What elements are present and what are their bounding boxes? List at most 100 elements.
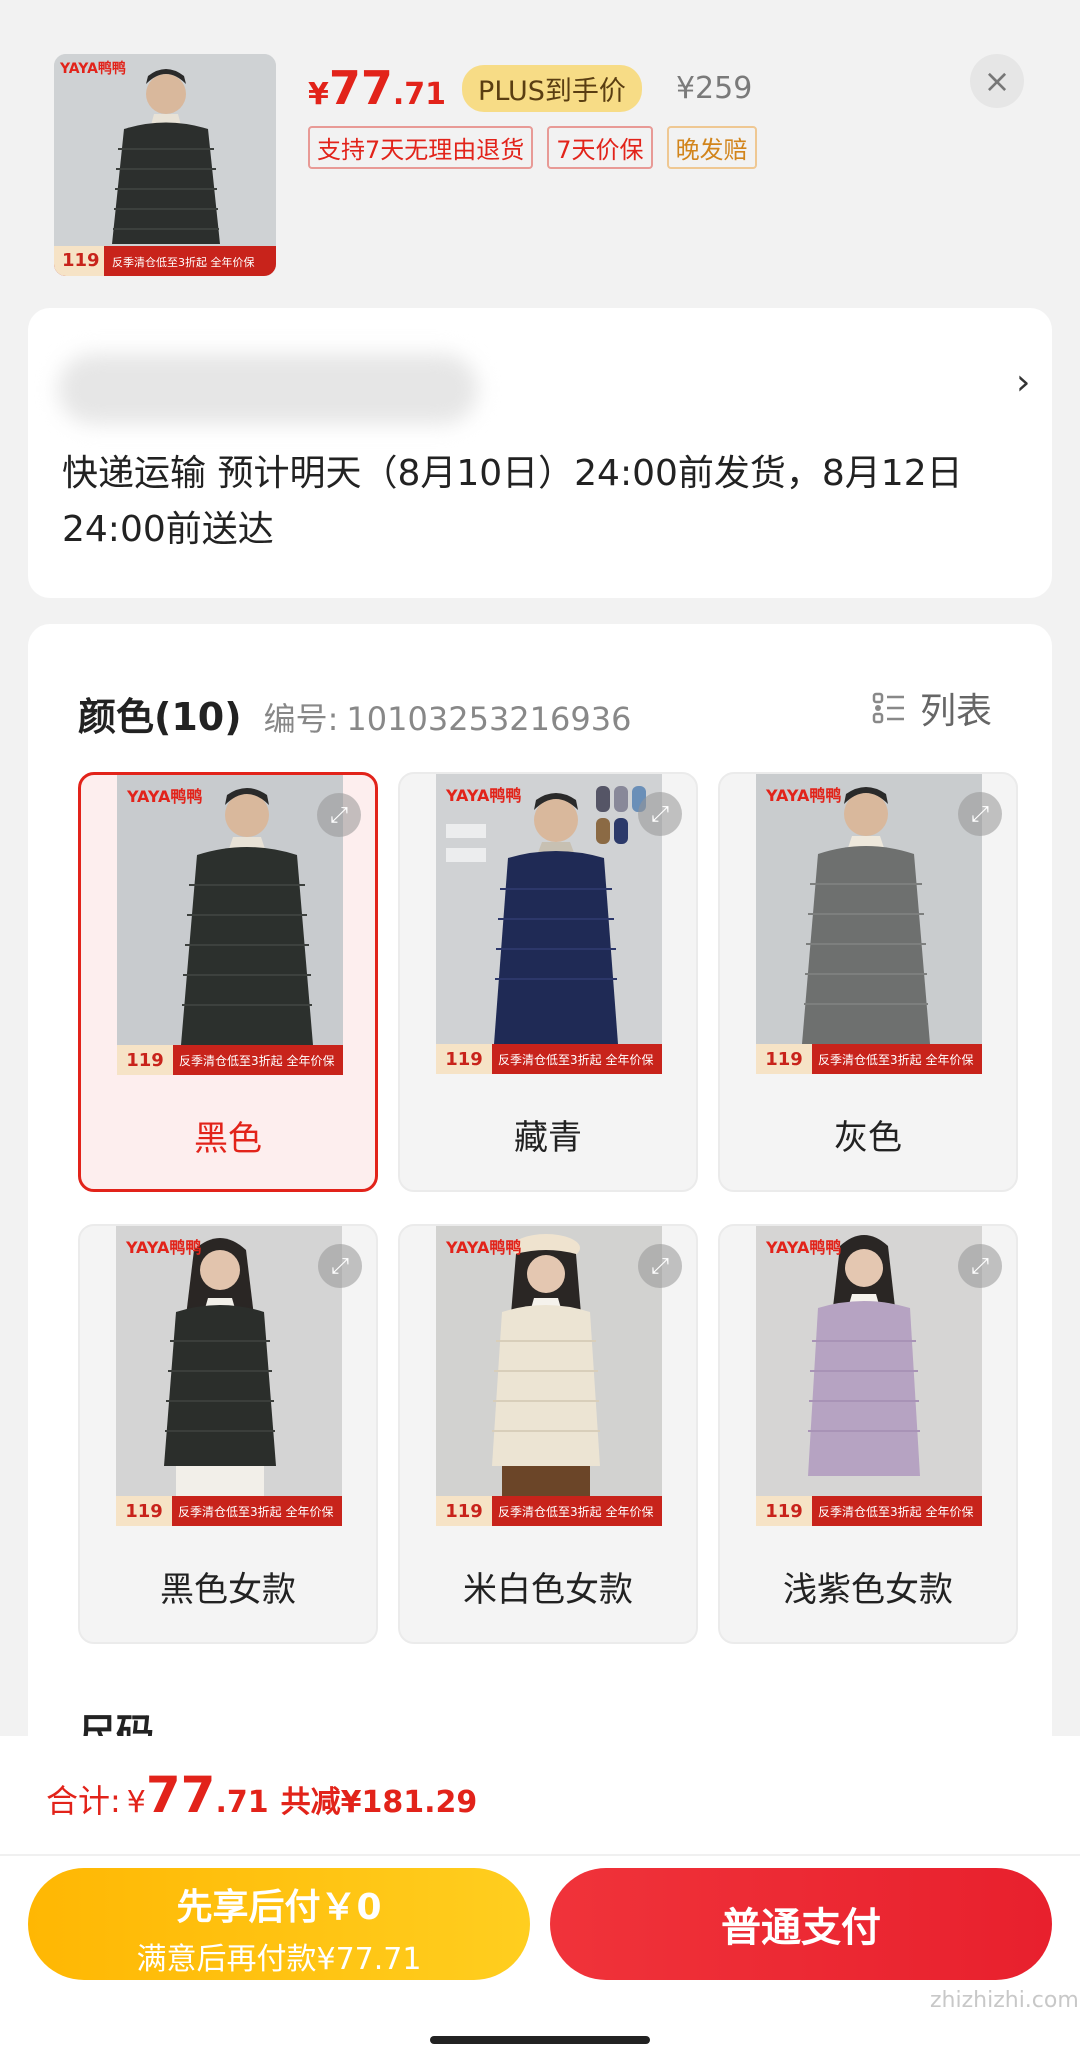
- thumb-price-badge: 119: [62, 250, 100, 271]
- option-promo: 反季清仓低至3折起 全年价保: [178, 1504, 334, 1519]
- color-title: 颜色(10): [78, 695, 242, 739]
- pay-later-button[interactable]: 先享后付￥0 满意后再付款¥77.71: [28, 1868, 530, 1980]
- original-price: ¥259: [675, 70, 753, 106]
- model-photo: [756, 1226, 982, 1526]
- option-image: YAYA鸭鸭 119 反季清仓低至3折起 全年价保: [756, 1226, 982, 1526]
- sku-code: 10103253216936: [346, 700, 632, 738]
- color-option-cream-women[interactable]: YAYA鸭鸭 119 反季清仓低至3折起 全年价保 ⤢ 米白色女款: [398, 1224, 698, 1644]
- thumb-brand: YAYA鸭鸭: [60, 61, 126, 77]
- close-icon: ×: [983, 62, 1011, 100]
- normal-pay-button[interactable]: 普通支付: [550, 1868, 1052, 1980]
- delivery-estimate: 快递运输 预计明天（8月10日）24:00前发货，8月12日24:00前送达: [62, 453, 963, 550]
- pay-later-main: 先享后付￥0: [176, 1887, 382, 1928]
- address-card[interactable]: › 快递运输 预计明天（8月10日）24:00前发货，8月12日24:00前送达: [28, 308, 1052, 598]
- total-yen: ¥: [126, 1785, 146, 1820]
- option-label: 黑色: [194, 1118, 262, 1159]
- option-banner: 119 反季清仓低至3折起 全年价保: [117, 1045, 343, 1075]
- option-price-badge: 119: [756, 1044, 812, 1074]
- chevron-right-icon: ›: [1016, 362, 1031, 403]
- option-label: 灰色: [834, 1117, 902, 1158]
- option-image: YAYA鸭鸭 119 反季清仓低至3折起 全年价保: [436, 774, 662, 1074]
- product-header: YAYA鸭鸭 119 反季清仓低至3折起 全年价保 ¥ 77 .71 PLUS到…: [0, 0, 1080, 300]
- model-photo: [436, 774, 662, 1074]
- color-option-black-women[interactable]: YAYA鸭鸭 119 反季清仓低至3折起 全年价保 ⤢ 黑色女款: [78, 1224, 378, 1644]
- option-brand: YAYA鸭鸭: [766, 786, 842, 805]
- option-brand: YAYA鸭鸭: [446, 1238, 522, 1257]
- option-banner: 119 反季清仓低至3折起 全年价保: [116, 1496, 342, 1526]
- option-banner: 119 反季清仓低至3折起 全年价保: [436, 1496, 662, 1526]
- normal-pay-label: 普通支付: [721, 1905, 881, 1951]
- model-photo: [756, 774, 982, 1074]
- color-option-gray[interactable]: YAYA鸭鸭 119 反季清仓低至3折起 全年价保 ⤢ 灰色: [718, 772, 1018, 1192]
- divider: [0, 1854, 1080, 1856]
- list-icon: [872, 692, 904, 724]
- option-price-badge: 119: [436, 1496, 492, 1526]
- expand-icon[interactable]: ⤢: [638, 792, 682, 836]
- option-brand: YAYA鸭鸭: [446, 786, 522, 805]
- close-button[interactable]: ×: [970, 54, 1024, 108]
- expand-icon[interactable]: ⤢: [318, 1244, 362, 1288]
- home-indicator: [430, 2036, 650, 2044]
- option-label: 浅紫色女款: [783, 1569, 953, 1610]
- model-photo: [117, 775, 343, 1075]
- price-yen: ¥: [308, 77, 329, 112]
- total-saved: 共减¥181.29: [280, 1785, 478, 1820]
- option-label: 黑色女款: [160, 1569, 296, 1610]
- option-banner: 119 反季清仓低至3折起 全年价保: [436, 1044, 662, 1074]
- option-image: YAYA鸭鸭 119 反季清仓低至3折起 全年价保: [116, 1226, 342, 1526]
- service-tags: 支持7天无理由退货 7天价保 晚发赔: [308, 126, 757, 169]
- option-price-badge: 119: [116, 1496, 172, 1526]
- option-brand: YAYA鸭鸭: [127, 787, 203, 806]
- option-promo: 反季清仓低至3折起 全年价保: [818, 1504, 974, 1519]
- option-promo: 反季清仓低至3折起 全年价保: [179, 1053, 335, 1068]
- product-photo: [54, 54, 276, 276]
- current-price: ¥ 77 .71: [308, 61, 446, 115]
- pay-later-sub: 满意后再付款¥77.71: [136, 1942, 422, 1977]
- plus-price-tag: PLUS到手价: [462, 64, 642, 112]
- color-option-navy[interactable]: YAYA鸭鸭 119 反季清仓低至3折起 全年价保 ⤢ 藏青: [398, 772, 698, 1192]
- code-label: 编号:: [263, 700, 339, 738]
- option-brand: YAYA鸭鸭: [766, 1238, 842, 1257]
- expand-icon[interactable]: ⤢: [958, 792, 1002, 836]
- total-label: 合计:: [46, 1782, 121, 1820]
- price-protect-tag: 7天价保: [547, 126, 653, 169]
- price-row: ¥ 77 .71 PLUS到手价 ¥259: [308, 58, 752, 118]
- option-brand: YAYA鸭鸭: [126, 1238, 202, 1257]
- option-price-badge: 119: [756, 1496, 812, 1526]
- option-label: 米白色女款: [463, 1569, 633, 1610]
- option-banner: 119 反季清仓低至3折起 全年价保: [756, 1496, 982, 1526]
- price-int: 77: [328, 61, 393, 115]
- option-price-badge: 119: [436, 1044, 492, 1074]
- option-image: YAYA鸭鸭 119 反季清仓低至3折起 全年价保: [117, 775, 343, 1075]
- option-promo: 反季清仓低至3折起 全年价保: [498, 1504, 654, 1519]
- option-promo: 反季清仓低至3折起 全年价保: [818, 1052, 974, 1067]
- total-int: 77: [145, 1766, 216, 1824]
- list-toggle-label: 列表: [920, 691, 993, 732]
- return-tag: 支持7天无理由退货: [308, 126, 534, 169]
- color-option-lilac-women[interactable]: YAYA鸭鸭 119 反季清仓低至3折起 全年价保 ⤢ 浅紫色女款: [718, 1224, 1018, 1644]
- bottom-bar: 合计: ¥ 77 .71 共减¥181.29 先享后付￥0 满意后再付款¥77.…: [0, 1736, 1080, 2058]
- option-image: YAYA鸭鸭 119 反季清仓低至3折起 全年价保: [756, 774, 982, 1074]
- list-view-toggle[interactable]: 列表: [872, 682, 992, 734]
- option-banner: 119 反季清仓低至3折起 全年价保: [756, 1044, 982, 1074]
- expand-icon[interactable]: ⤢: [638, 1244, 682, 1288]
- address-blurred: [58, 354, 478, 424]
- thumb-promo: 反季清仓低至3折起 全年价保: [112, 256, 255, 269]
- option-promo: 反季清仓低至3折起 全年价保: [498, 1052, 654, 1067]
- total-row: 合计: ¥ 77 .71 共减¥181.29: [46, 1766, 477, 1824]
- total-dec: .71: [215, 1785, 269, 1820]
- late-ship-tag: 晚发赔: [666, 126, 757, 169]
- watermark: zhizhizhi.com: [930, 1988, 1079, 2013]
- expand-icon[interactable]: ⤢: [317, 793, 361, 837]
- sku-card: 颜色(10) 编号: 10103253216936 列表 YAYA鸭鸭 119 …: [28, 624, 1052, 1824]
- price-dec: .71: [392, 77, 447, 112]
- expand-icon[interactable]: ⤢: [958, 1244, 1002, 1288]
- model-photo: [116, 1226, 342, 1526]
- model-photo: [436, 1226, 662, 1526]
- option-price-badge: 119: [117, 1045, 173, 1075]
- option-label: 藏青: [514, 1117, 582, 1158]
- option-image: YAYA鸭鸭 119 反季清仓低至3折起 全年价保: [436, 1226, 662, 1526]
- product-thumbnail: YAYA鸭鸭 119 反季清仓低至3折起 全年价保: [54, 54, 276, 276]
- color-option-black[interactable]: YAYA鸭鸭 119 反季清仓低至3折起 全年价保 ⤢ 黑色: [78, 772, 378, 1192]
- sku-header: 颜色(10) 编号: 10103253216936: [78, 686, 631, 741]
